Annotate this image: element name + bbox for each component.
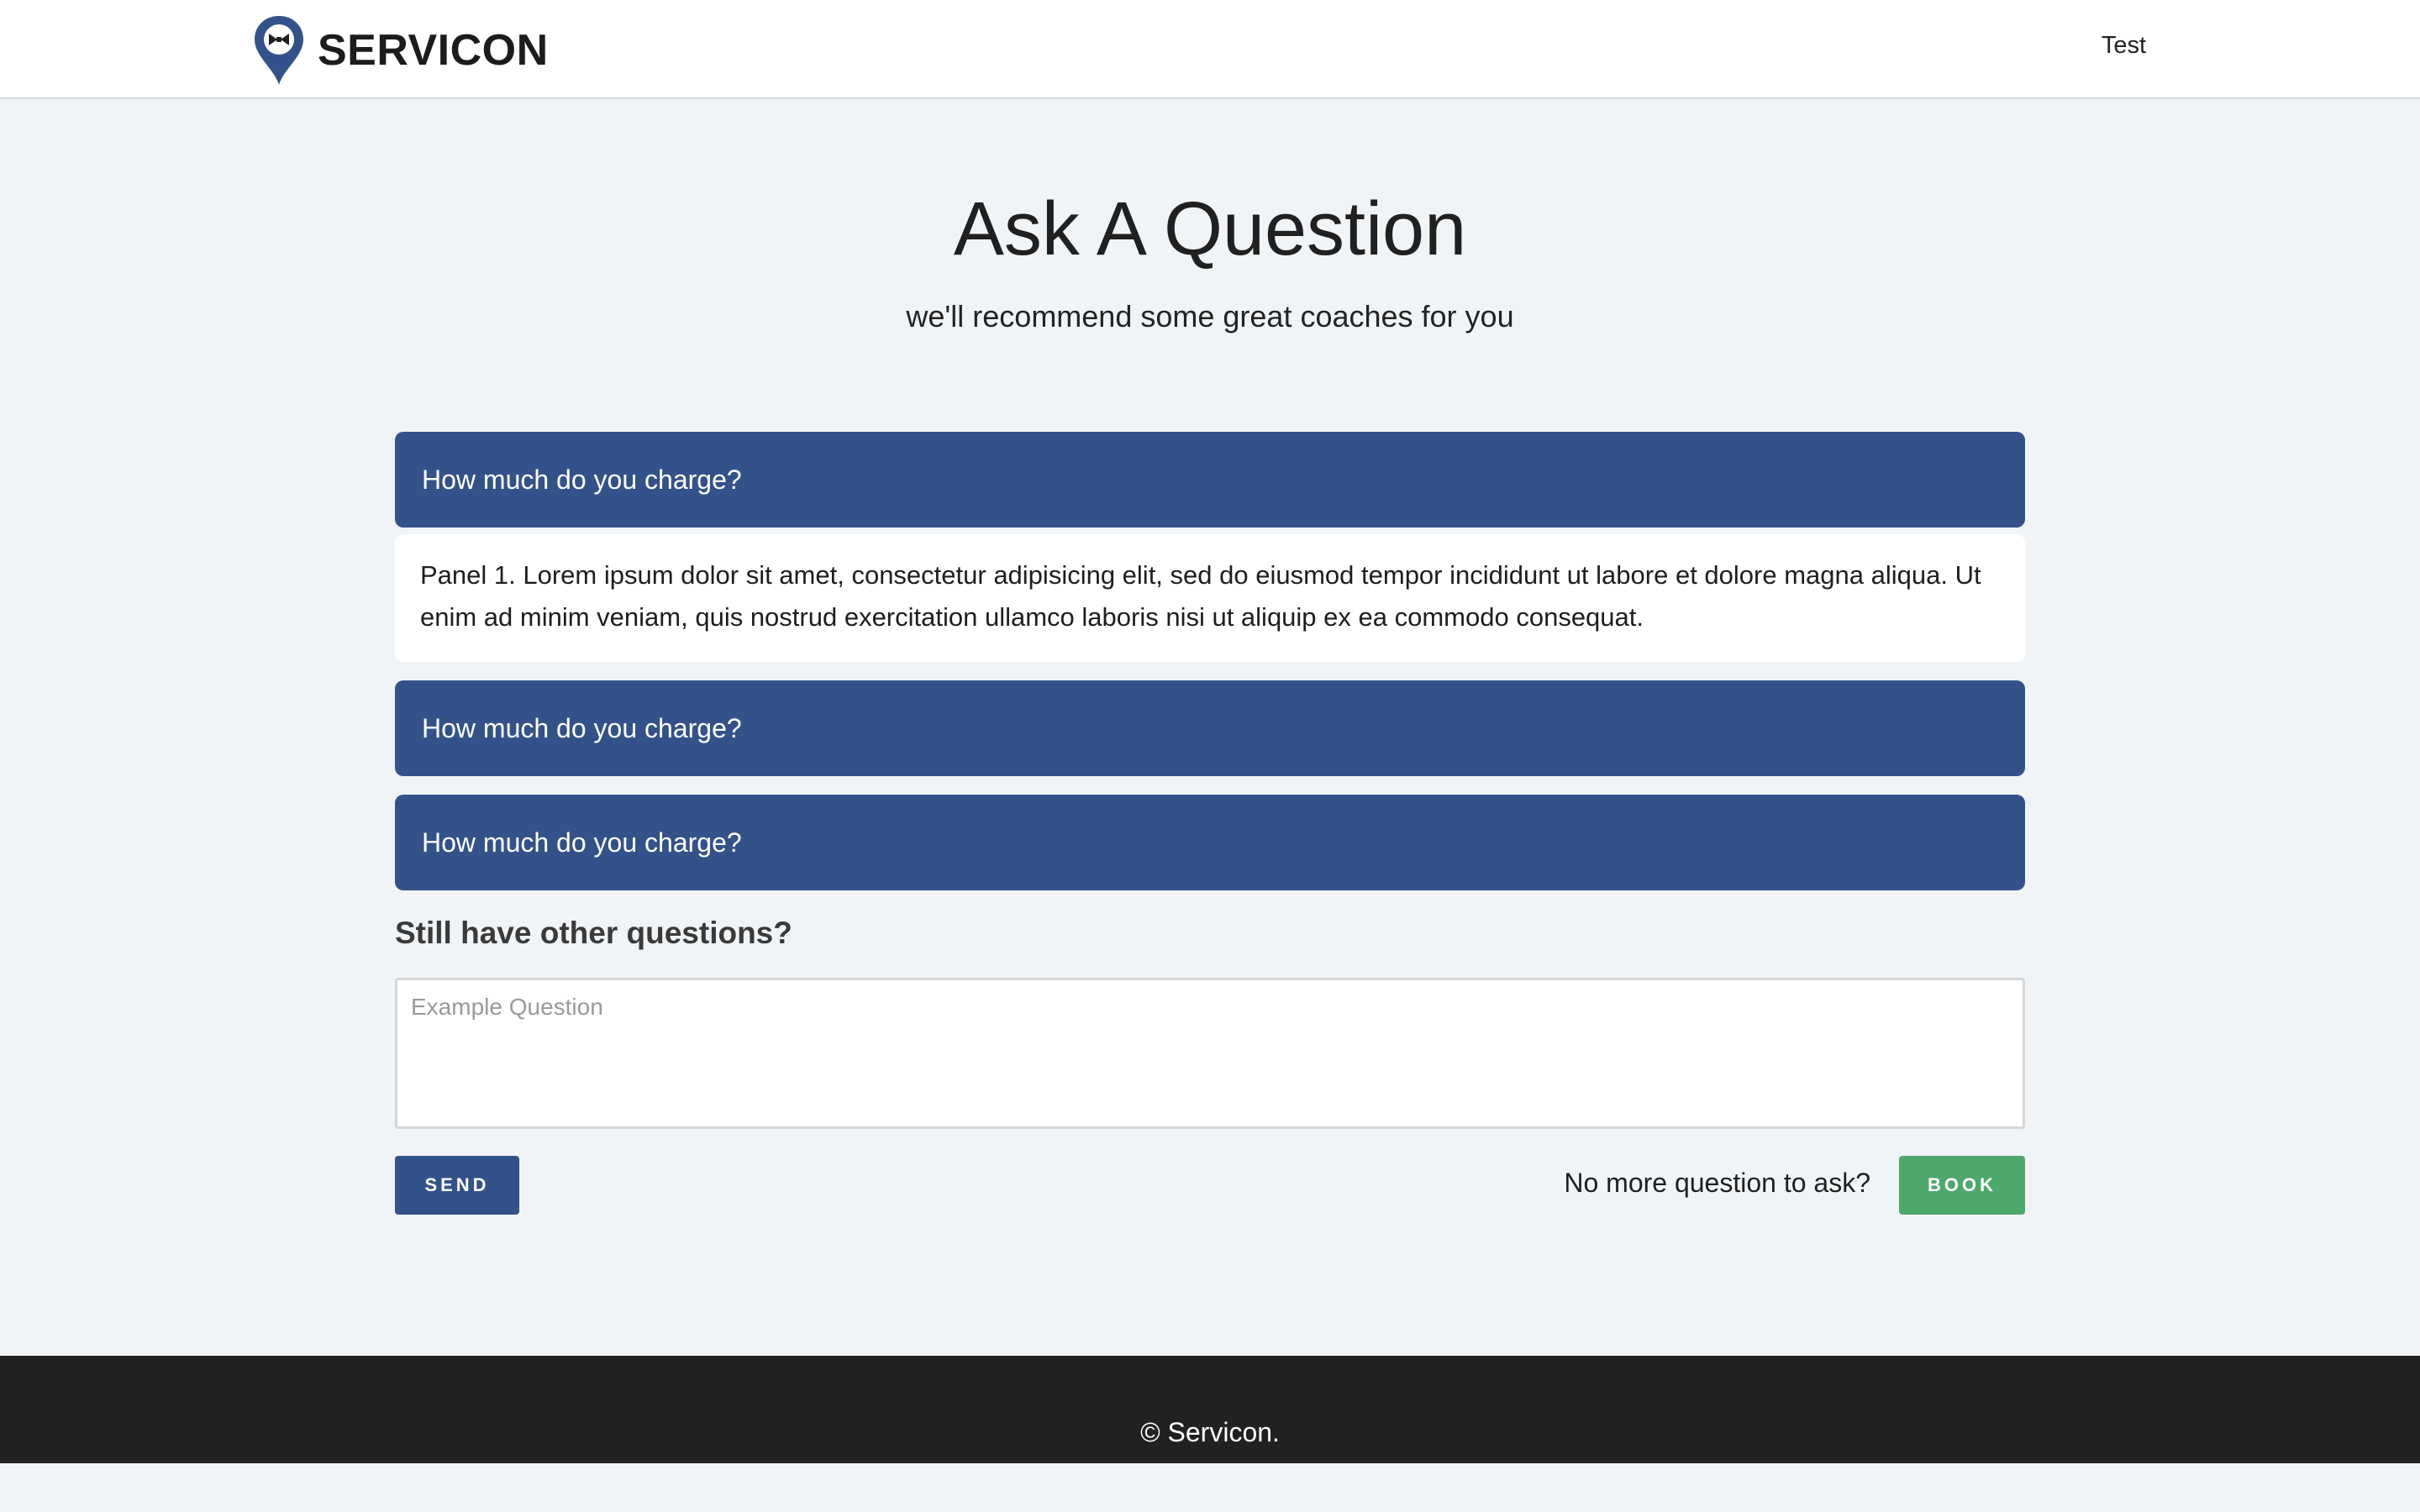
other-questions-label: Still have other questions? (395, 916, 792, 950)
faq-panel-heading-1[interactable]: How much do you charge? (395, 432, 2025, 528)
question-input[interactable] (395, 978, 2025, 1129)
footer-copyright: © Servicon. (1140, 1417, 1280, 1447)
faq-panel-body-1: Panel 1. Lorem ipsum dolor sit amet, con… (395, 534, 2025, 662)
page-footer: © Servicon. (0, 1356, 2420, 1463)
book-button[interactable]: BOOK (1899, 1156, 2025, 1215)
page-title: Ask A Question (953, 187, 1467, 271)
faq-panel-heading-2[interactable]: How much do you charge? (395, 680, 2025, 776)
faq-accordion: How much do you charge? Panel 1. Lorem i… (395, 432, 2025, 890)
top-navbar: SERVICON Test (0, 0, 2420, 99)
book-prompt-text: No more question to ask? (1564, 1168, 1870, 1198)
user-menu-link[interactable]: Test (2102, 32, 2146, 60)
faq-panel-heading-3[interactable]: How much do you charge? (395, 795, 2025, 890)
send-button[interactable]: SEND (395, 1156, 519, 1215)
brand-name: SERVICON (318, 26, 549, 75)
brand-home-link[interactable]: SERVICON (252, 15, 549, 86)
page-subtitle: we'll recommend some great coaches for y… (906, 299, 1514, 333)
map-pin-bowtie-icon (255, 16, 303, 85)
